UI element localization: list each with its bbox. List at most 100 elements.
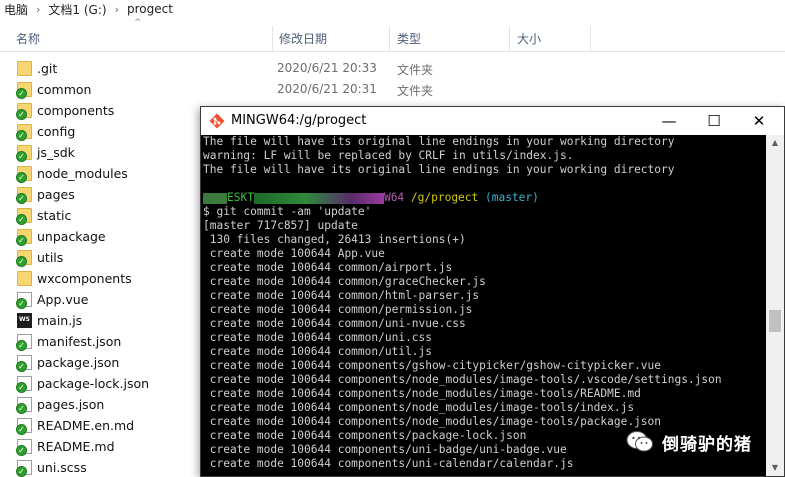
close-button[interactable]: ✕ (736, 107, 782, 135)
file-row[interactable]: ✓ common 2020/6/21 20:31 文件夹 (0, 79, 785, 100)
file-icon: ✓ (16, 355, 32, 372)
watermark-text: 倒骑驴的猪 (662, 434, 752, 455)
folder-icon (17, 61, 32, 76)
terminal-text-segment: 130 files changed, 26413 insertions(+) (203, 233, 466, 246)
terminal-line: The file will have its original line end… (203, 135, 674, 149)
terminal-text-segment: create mode 100644 common/uni-nvue.css (203, 317, 466, 330)
terminal-window[interactable]: MINGW64:/g/progect — ☐ ✕ The file will h… (200, 106, 785, 477)
file-name: pages (37, 187, 75, 202)
terminal-text-segment: create mode 100644 common/airport.js (203, 261, 453, 274)
file-name: utils (37, 250, 64, 265)
terminal-text-segment: create mode 100644 common/util.js (203, 345, 433, 358)
terminal-line: warning: LF will be replaced by CRLF in … (203, 149, 573, 163)
folder-icon: ✓ (16, 124, 32, 141)
terminal-text-segment: create mode 100644 common/uni.css (203, 331, 433, 344)
terminal-line: create mode 100644 components/package-lo… (203, 429, 527, 443)
terminal-title: MINGW64:/g/progect (231, 113, 367, 128)
redaction-mask (203, 192, 227, 204)
file-icon: ✓ (16, 376, 32, 393)
file-date: 2020/6/21 20:31 (277, 82, 377, 96)
file-name: .git (37, 61, 58, 76)
sync-check-icon: ✓ (16, 466, 27, 477)
column-header-row: 名称 修改日期 类型 大小 (0, 26, 785, 52)
terminal-scrollbar[interactable]: ▲ ▼ (766, 135, 784, 476)
git-bash-logo-icon (209, 113, 225, 129)
terminal-text-segment: W64 (383, 191, 411, 204)
folder-icon: ✓ (16, 82, 32, 99)
terminal-line: create mode 100644 components/uni-calend… (203, 457, 574, 471)
sync-check-icon: ✓ (16, 256, 27, 267)
wechat-icon (626, 431, 653, 452)
file-icon: ✓ (16, 418, 32, 435)
file-name: App.vue (37, 292, 89, 307)
sync-check-icon: ✓ (16, 382, 27, 393)
terminal-line: [master 717c857] update (203, 219, 358, 233)
file-icon: ✓ (16, 334, 32, 351)
file-icon: ✓ (16, 439, 32, 456)
file-type: 文件夹 (397, 84, 434, 98)
breadcrumb-item-pc[interactable]: 电脑 (0, 1, 32, 18)
folder-icon: ✓ (16, 166, 32, 183)
terminal-text-segment: create mode 100644 App.vue (203, 247, 385, 260)
file-name: package.json (37, 355, 120, 370)
terminal-text-segment: create mode 100644 common/graceChecker.j… (203, 275, 486, 288)
breadcrumb-item-folder[interactable]: progect (123, 2, 177, 16)
terminal-text-segment: $ git commit -am 'update' (203, 205, 372, 218)
terminal-line: create mode 100644 components/node_modul… (203, 373, 722, 387)
terminal-text-segment: /g/progect (410, 191, 485, 204)
terminal-titlebar[interactable]: MINGW64:/g/progect — ☐ ✕ (201, 107, 784, 135)
folder-icon: ✓ (16, 187, 32, 204)
terminal-line: create mode 100644 common/uni.css (203, 331, 432, 345)
sync-check-icon: ✓ (16, 193, 27, 204)
sync-check-icon: ✓ (16, 88, 27, 99)
sync-check-icon: ✓ (16, 298, 27, 309)
terminal-text-segment: create mode 100644 common/permission.js (203, 303, 473, 316)
terminal-text-segment: create mode 100644 components/uni-calend… (203, 457, 574, 470)
column-header-date[interactable]: 修改日期 (272, 26, 390, 52)
folder-icon: ✓ (16, 145, 32, 162)
scrollbar-thumb[interactable] (769, 310, 781, 332)
sync-check-icon: ✓ (16, 235, 27, 246)
file-name: config (37, 124, 76, 139)
minimize-button[interactable]: — (646, 107, 692, 135)
terminal-line: create mode 100644 App.vue (203, 247, 385, 261)
sync-check-icon: ✓ (16, 151, 27, 162)
terminal-line: $ git commit -am 'update' (203, 205, 371, 219)
terminal-line: The file will have its original line end… (203, 163, 674, 177)
column-header-name[interactable]: 名称 (10, 26, 272, 52)
sync-check-icon: ✓ (16, 361, 27, 372)
scroll-down-arrow-icon[interactable]: ▼ (766, 460, 784, 476)
terminal-text-segment: ESKT (227, 191, 254, 204)
breadcrumb-separator-icon: › (36, 2, 41, 16)
terminal-text-segment: [master 717c857] update (203, 219, 358, 232)
terminal-line: create mode 100644 components/node_modul… (203, 415, 661, 429)
column-header-type[interactable]: 类型 (391, 26, 510, 52)
terminal-text-segment: create mode 100644 components/package-lo… (203, 429, 527, 442)
file-name: uni.scss (37, 460, 87, 475)
terminal-text-segment: create mode 100644 components/gshow-city… (203, 359, 662, 372)
terminal-line: create mode 100644 common/airport.js (203, 261, 452, 275)
column-header-size[interactable]: 大小 (511, 26, 591, 52)
file-icon: ✓ (16, 460, 32, 477)
sync-check-icon: ✓ (16, 445, 27, 456)
terminal-text-segment: create mode 100644 common/html-parser.js (203, 289, 480, 302)
terminal-text-segment: create mode 100644 components/uni-badge/… (203, 443, 567, 456)
terminal-line: 130 files changed, 26413 insertions(+) (203, 233, 466, 247)
terminal-line: create mode 100644 components/node_modul… (203, 387, 641, 401)
breadcrumb-item-drive[interactable]: 文档1 (G:) (44, 1, 110, 18)
webstorm-file-icon: WS (17, 313, 32, 328)
folder-icon: ✓ (16, 250, 32, 267)
file-name: components (37, 103, 115, 118)
file-name: unpackage (37, 229, 106, 244)
file-name: main.js (37, 313, 83, 328)
maximize-button[interactable]: ☐ (691, 107, 737, 135)
sync-check-icon: ✓ (16, 403, 27, 414)
file-row[interactable]: .git 2020/6/21 20:33 文件夹 (0, 58, 785, 79)
terminal-text-segment: (master) (485, 191, 539, 204)
terminal-line: create mode 100644 components/node_modul… (203, 401, 634, 415)
scroll-up-arrow-icon[interactable]: ▲ (766, 135, 784, 151)
terminal-output[interactable]: The file will have its original line end… (201, 135, 766, 476)
file-icon: ✓ (16, 397, 32, 414)
terminal-line: create mode 100644 common/graceChecker.j… (203, 275, 486, 289)
file-name: pages.json (37, 397, 105, 412)
